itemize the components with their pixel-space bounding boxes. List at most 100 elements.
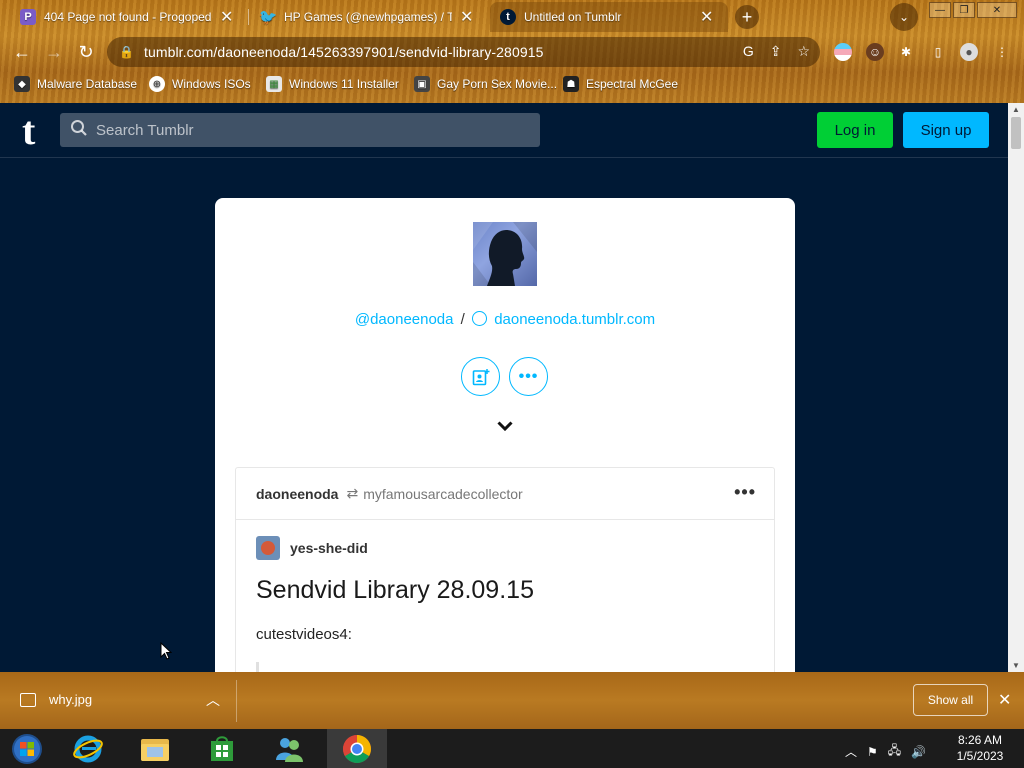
back-button[interactable]: ← <box>10 40 34 64</box>
close-icon[interactable]: ✕ <box>220 7 233 27</box>
tab-search-button[interactable]: ⌄ <box>890 3 918 31</box>
bookmark-star-icon[interactable]: ☆ <box>797 43 810 60</box>
search-input[interactable]: Search Tumblr <box>60 113 540 147</box>
clock-date: 1/5/2023 <box>956 749 1004 763</box>
bookmark-item[interactable]: ◆ Malware Database <box>14 76 137 92</box>
bookmark-item[interactable]: ▣ Gay Porn Sex Movie... <box>414 76 557 92</box>
network-icon[interactable]: 🖧 <box>888 741 901 762</box>
close-window-button[interactable]: ✕ <box>977 2 1017 18</box>
download-bar: why.jpg ︿ Show all ✕ <box>0 672 1024 729</box>
reload-button[interactable]: ↻ <box>74 40 98 64</box>
chevron-up-icon[interactable]: ︿ <box>845 743 857 760</box>
contact-add-icon <box>472 368 489 385</box>
close-icon[interactable]: ✕ <box>460 7 473 27</box>
clock-time: 8:26 AM <box>957 733 1003 747</box>
taskbar-internet-explorer[interactable] <box>58 729 118 768</box>
post-more-icon[interactable]: ••• <box>734 482 756 503</box>
chevron-up-icon[interactable]: ︿ <box>206 690 220 710</box>
profile-icon[interactable]: ● <box>960 43 978 61</box>
login-button[interactable]: Log in <box>817 112 893 148</box>
bookmark-site-icon: ▣ <box>414 76 430 92</box>
scrollbar-thumb[interactable] <box>1011 117 1021 149</box>
windows-taskbar: ︿ ⚑ 🖧 🔊 8:26 AM 1/5/2023 <box>0 729 1024 768</box>
minimize-button[interactable]: — <box>929 2 951 18</box>
malware-icon: ◆ <box>14 76 30 92</box>
url-text[interactable]: tumblr.com/daoneenoda/145263397901/sendv… <box>144 44 544 60</box>
bookmark-item[interactable]: ☗ Espectral McGee <box>563 76 678 92</box>
post-author[interactable]: daoneenoda <box>256 486 338 502</box>
taskbar-chrome[interactable] <box>327 729 387 768</box>
volume-icon[interactable]: 🔊 <box>911 745 926 759</box>
tab-title: 404 Page not found - Progopedia <box>44 10 212 24</box>
extension-avatar-icon[interactable]: ☺ <box>866 43 884 61</box>
blog-card: @daoneenoda / daoneenoda.tumblr.com ••• … <box>215 198 795 692</box>
chrome-icon <box>343 734 371 763</box>
more-options-button[interactable]: ••• <box>509 357 548 396</box>
blog-avatar[interactable] <box>473 222 537 286</box>
menu-kebab-icon[interactable]: ⋮ <box>993 43 1011 61</box>
close-icon[interactable]: ✕ <box>700 7 713 27</box>
google-icon[interactable]: G <box>743 43 754 60</box>
close-icon[interactable]: ✕ <box>998 690 1011 710</box>
share-icon[interactable]: ⇪ <box>770 43 782 60</box>
twitter-icon: 🐦 <box>258 9 278 26</box>
bookmark-item[interactable]: ▦ Windows 11 Installer <box>266 76 399 92</box>
chevron-down-icon[interactable] <box>495 416 515 436</box>
taskbar-messenger[interactable] <box>259 729 319 768</box>
taskbar-file-explorer[interactable] <box>125 729 185 768</box>
tab-title: Untitled on Tumblr <box>524 10 622 24</box>
progopedia-icon: P <box>20 9 36 25</box>
search-icon <box>70 119 88 142</box>
bookmark-label: Gay Porn Sex Movie... <box>437 77 558 91</box>
post-card: daoneenoda ⇄ myfamousarcadecollector •••… <box>235 467 775 692</box>
extensions-puzzle-icon[interactable]: ✱ <box>897 43 915 61</box>
forward-button[interactable]: → <box>42 40 66 64</box>
page-scrollbar[interactable]: ▲ ▼ <box>1008 103 1024 672</box>
taskbar-clock[interactable]: 8:26 AM 1/5/2023 <box>940 732 1020 764</box>
tab-twitter[interactable]: 🐦 HP Games (@newhpgames) / Twitter ✕ <box>250 2 488 32</box>
tab-strip: P 404 Page not found - Progopedia ✕ 🐦 HP… <box>0 0 1024 34</box>
blog-handle-link[interactable]: @daoneenoda <box>355 311 454 328</box>
restore-button[interactable]: ❐ <box>953 2 975 18</box>
scroll-up-icon[interactable]: ▲ <box>1012 105 1020 114</box>
bookmark-site-icon: ☗ <box>563 76 579 92</box>
folder-icon <box>141 738 169 761</box>
internet-explorer-icon <box>73 735 103 762</box>
follow-button[interactable] <box>461 357 500 396</box>
reblog-source[interactable]: myfamousarcadecollector <box>363 486 523 502</box>
bookmark-item[interactable]: ⊕ Windows ISOs <box>149 76 251 92</box>
post-header: daoneenoda ⇄ myfamousarcadecollector ••• <box>236 468 774 520</box>
new-tab-button[interactable]: + <box>735 5 759 29</box>
tab-progopedia[interactable]: P 404 Page not found - Progopedia ✕ <box>10 2 248 32</box>
search-placeholder: Search Tumblr <box>96 121 194 139</box>
start-button[interactable] <box>0 729 54 768</box>
scroll-down-icon[interactable]: ▼ <box>1012 661 1020 670</box>
signup-button[interactable]: Sign up <box>903 112 989 148</box>
bookmark-label: Malware Database <box>37 77 138 91</box>
messenger-people-icon <box>276 737 303 762</box>
side-panel-icon[interactable]: ▯ <box>929 43 947 61</box>
globe-icon: ⊕ <box>149 76 165 92</box>
flag-icon[interactable]: ⚑ <box>867 745 878 759</box>
windows-start-icon <box>12 733 42 764</box>
tab-tumblr[interactable]: t Untitled on Tumblr ✕ <box>490 2 728 32</box>
tumblr-logo[interactable]: t <box>22 111 35 151</box>
download-filename: why.jpg <box>49 692 93 707</box>
tumblr-icon: t <box>500 9 516 25</box>
globe-icon <box>472 311 488 326</box>
trail-username[interactable]: yes-she-did <box>290 540 368 556</box>
download-item[interactable]: why.jpg <box>20 692 92 707</box>
tab-divider <box>248 9 249 25</box>
blog-domain-link[interactable]: daoneenoda.tumblr.com <box>494 311 655 328</box>
extension-flag-icon[interactable] <box>834 43 852 61</box>
store-icon <box>211 735 233 761</box>
system-tray: ︿ ⚑ 🖧 🔊 <box>845 741 926 762</box>
post-body: cutestvideos4: <box>256 626 352 643</box>
show-all-button[interactable]: Show all <box>913 684 988 716</box>
reblog-trail-header: yes-she-did <box>256 536 368 560</box>
tumblr-header: t Search Tumblr Log in Sign up <box>0 103 1008 158</box>
trail-avatar[interactable] <box>256 536 280 560</box>
taskbar-store[interactable] <box>192 729 252 768</box>
image-icon: ▦ <box>266 76 282 92</box>
address-bar[interactable]: 🔒 tumblr.com/daoneenoda/145263397901/sen… <box>107 37 820 67</box>
